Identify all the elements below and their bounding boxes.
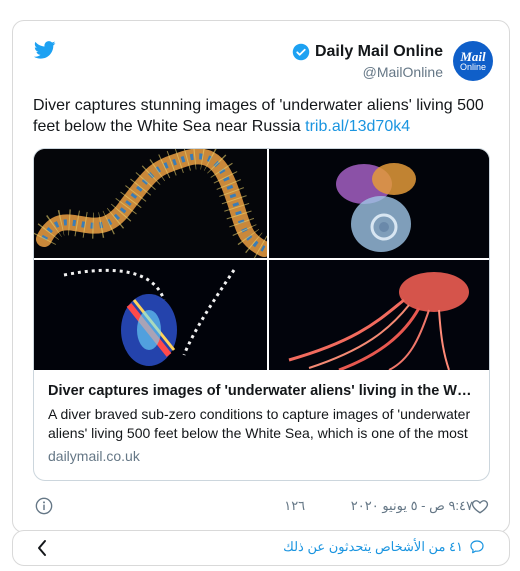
like-count[interactable]: ١٢٦	[284, 498, 305, 513]
tweet-text: Diver captures stunning images of 'under…	[33, 95, 495, 137]
image-lions-mane-jellyfish[interactable]	[269, 260, 489, 370]
avatar-text-online: Online	[459, 62, 486, 72]
timestamp-text[interactable]: ٩:٤٧ ص - ٥ يونيو ٢٠٢٠	[351, 498, 473, 513]
link-card-description: A diver braved sub-zero conditions to ca…	[48, 406, 471, 441]
author-handle[interactable]: @MailOnline	[292, 64, 443, 80]
tweet-link[interactable]: trib.al/13d70k4	[305, 118, 410, 135]
link-preview-card[interactable]: Diver captures images of 'underwater ali…	[33, 148, 490, 481]
image-bristle-worm[interactable]	[34, 149, 267, 258]
heart-icon[interactable]	[471, 497, 489, 515]
tweet-meta: ٩:٤٧ ص - ٥ يونيو ٢٠٢٠ ١٢٦	[33, 497, 489, 517]
conversation-footer: ٤١ من الأشخاص يتحدثون عن ذلك	[12, 530, 510, 566]
twitter-bird-icon[interactable]	[34, 41, 56, 59]
image-grid[interactable]	[34, 149, 489, 370]
link-card-title[interactable]: Diver captures images of 'underwater ali…	[48, 383, 475, 399]
link-card-text[interactable]: Diver captures images of 'underwater ali…	[34, 370, 489, 464]
image-comb-jelly[interactable]	[34, 260, 267, 370]
author-block[interactable]: Daily Mail Online @MailOnline	[292, 43, 443, 80]
author-name[interactable]: Daily Mail Online	[315, 43, 443, 61]
timestamp[interactable]: ٩:٤٧ ص - ٥ يونيو ٢٠٢٠ ١٢٦	[284, 498, 473, 514]
image-sea-angel[interactable]	[269, 149, 489, 258]
link-card-domain: dailymail.co.uk	[48, 448, 140, 464]
conversation-text[interactable]: ٤١ من الأشخاص يتحدثون عن ذلك	[283, 539, 463, 555]
info-icon[interactable]	[35, 497, 53, 515]
tweet-body: Diver captures stunning images of 'under…	[33, 97, 484, 135]
avatar[interactable]: Mail Online	[453, 41, 493, 81]
reply-bubble-icon	[470, 540, 484, 554]
tweet-card: Daily Mail Online @MailOnline Mail Onlin…	[12, 20, 510, 533]
chevron-left-icon[interactable]	[35, 539, 49, 557]
conversation-link[interactable]: ٤١ من الأشخاص يتحدثون عن ذلك	[283, 539, 485, 555]
verified-badge-icon	[292, 43, 310, 61]
like-button[interactable]	[471, 497, 489, 515]
